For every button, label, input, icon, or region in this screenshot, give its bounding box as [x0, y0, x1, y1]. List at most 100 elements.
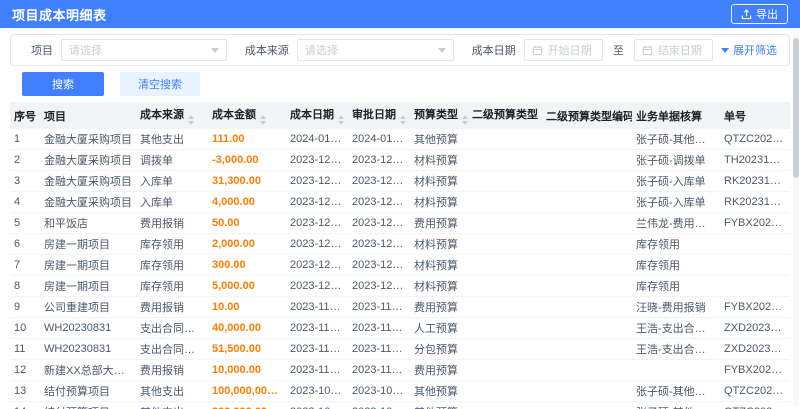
- table-cell: 费用报销: [136, 359, 208, 381]
- table-cell: 2023-12-19: [286, 170, 348, 192]
- page-title: 项目成本明细表: [12, 7, 107, 23]
- table-cell: 房建一期项目: [40, 233, 136, 255]
- sort-icon[interactable]: [260, 115, 266, 125]
- table-cell: [542, 149, 632, 171]
- table-cell: 200,000,000.00: [208, 401, 286, 409]
- table-cell: -3,000.00: [208, 149, 286, 171]
- column-header[interactable]: 成本金额: [208, 102, 286, 129]
- table-cell: 库存领用: [632, 254, 720, 276]
- expand-filter-link[interactable]: 展开筛选: [721, 42, 777, 58]
- table-cell: 13: [10, 380, 40, 402]
- table-body: 1 金融大厦采购项目 其他支出 111.00 2024-01-11 2024-01-11 其…: [10, 129, 790, 409]
- table-cell: 2023-11-22: [348, 338, 410, 360]
- column-header[interactable]: 成本来源: [136, 102, 208, 129]
- table-cell: [468, 254, 542, 276]
- cost-detail-table-wrapper: 序号 项目 成本来源 成本金额 成本日期 审批日期 预算类型 二级预算类型 二级预算类型编码 业务…: [0, 102, 800, 409]
- cost-detail-table: 序号 项目 成本来源 成本金额 成本日期 审批日期 预算类型 二级预算类型 二级预算类型编码 业务…: [10, 102, 790, 409]
- table-cell: 其他预算: [410, 129, 468, 150]
- sort-icon[interactable]: [400, 115, 406, 125]
- table-cell: 金融大厦采购项目: [40, 191, 136, 213]
- vertical-scrollbar[interactable]: [793, 32, 799, 407]
- export-button[interactable]: 导出: [731, 4, 788, 24]
- column-header: 项目: [40, 102, 136, 129]
- source-select[interactable]: 请选择: [296, 39, 454, 61]
- table-cell: [468, 275, 542, 297]
- table-cell: [632, 359, 720, 381]
- table-row: 12新建XX总部大厦工程二期费用报销10,000.002023-11-07202…: [10, 359, 790, 381]
- table-cell: 300.00: [208, 254, 286, 276]
- filter-bar: 项目 请选择 成本来源 请选择 成本日期 开始日期 至 结束日期 展开筛选: [10, 34, 790, 66]
- column-header: 序号: [10, 102, 40, 129]
- table-cell: 4,000.00: [208, 191, 286, 213]
- table-cell: 入库单: [136, 170, 208, 192]
- table-row: 3 金融大厦采购项目 入库单 31,300.00 2023-12-19 2023-12-1…: [10, 170, 790, 192]
- table-cell: [468, 338, 542, 360]
- table-row: 2 金融大厦采购项目 调拨单 -3,000.00 2023-12-19 2023-12-1…: [10, 149, 790, 171]
- table-cell: 2024-01-11: [286, 129, 348, 150]
- table-cell: 房建一期项目: [40, 254, 136, 276]
- clear-search-button[interactable]: 清空搜索: [120, 72, 200, 96]
- sort-icon[interactable]: [188, 115, 194, 125]
- table-cell: 其他支出: [136, 380, 208, 402]
- project-filter-label: 项目: [31, 45, 53, 57]
- column-header[interactable]: 二级预算类型: [468, 102, 542, 129]
- calendar-icon: [642, 45, 653, 56]
- table-cell: 2023-12-19: [348, 191, 410, 213]
- table-cell: [720, 233, 790, 255]
- table-cell: 调拨单: [136, 149, 208, 171]
- page: 项目成本明细表 导出 项目 请选择 成本来源 请选择 成本日期 开始日期 至 结…: [0, 0, 800, 409]
- table-row: 11 WH20230831 支出合同执行 51,500.00 2023-11-22 202…: [10, 338, 790, 360]
- table-row: 4 金融大厦采购项目 入库单 4,000.00 2023-12-19 2023-12-19…: [10, 191, 790, 213]
- table-cell: 14: [10, 401, 40, 409]
- table-cell: [542, 296, 632, 318]
- source-select-placeholder: 请选择: [304, 45, 338, 57]
- table-row: 13 结付预算项目 其他支出 100,000,000.00 2023-10-27 2023…: [10, 380, 790, 402]
- column-header: 业务单据核算: [632, 102, 720, 129]
- column-label: 二级预算类型编码: [546, 110, 632, 123]
- table-cell: 材料预算: [410, 275, 468, 297]
- table-cell: 王浩-支出合同执行: [632, 338, 720, 360]
- sort-icon[interactable]: [338, 115, 344, 125]
- table-cell: 金融大厦采购项目: [40, 149, 136, 171]
- table-cell: 2023-12-19: [348, 149, 410, 171]
- column-header[interactable]: 预算类型: [410, 102, 468, 129]
- column-header[interactable]: 成本日期: [286, 102, 348, 129]
- table-cell: 2023-12-16: [348, 212, 410, 234]
- table-cell: 张子硕-入库单: [632, 170, 720, 192]
- table-cell: 公司重建项目: [40, 296, 136, 318]
- table-cell: 张子硕-其他支出: [632, 380, 720, 402]
- date-end-input[interactable]: 结束日期: [633, 39, 714, 61]
- column-label: 成本日期: [290, 109, 334, 121]
- table-cell: [468, 317, 542, 339]
- table-cell: [542, 359, 632, 381]
- table-cell: 分包预算: [410, 338, 468, 360]
- table-cell: 库存领用: [136, 233, 208, 255]
- table-cell: 2023-12-11: [286, 254, 348, 276]
- table-cell: 8: [10, 275, 40, 297]
- table-cell: 31,300.00: [208, 170, 286, 192]
- table-cell: [542, 380, 632, 402]
- table-cell: 2023-12-11: [348, 254, 410, 276]
- column-header[interactable]: 审批日期: [348, 102, 410, 129]
- table-cell: [468, 380, 542, 402]
- table-cell: 10: [10, 317, 40, 339]
- scrollbar-thumb[interactable]: [793, 38, 799, 178]
- table-cell: 费用报销: [136, 296, 208, 318]
- table-cell: 材料预算: [410, 170, 468, 192]
- table-cell: [468, 149, 542, 171]
- table-cell: 50.00: [208, 212, 286, 234]
- date-start-input[interactable]: 开始日期: [523, 39, 603, 61]
- table-cell: 库存领用: [632, 275, 720, 297]
- table-cell: 汪晓-费用报销: [632, 296, 720, 318]
- table-cell: FYBX20231107001: [720, 359, 790, 381]
- table-cell: 5,000.00: [208, 275, 286, 297]
- column-label: 二级预算类型: [472, 109, 538, 121]
- search-button[interactable]: 搜索: [22, 72, 104, 96]
- table-cell: 2023-12-19: [348, 170, 410, 192]
- sort-icon[interactable]: [462, 115, 468, 125]
- table-cell: 12: [10, 359, 40, 381]
- table-cell: RK20231219002: [720, 191, 790, 213]
- project-select[interactable]: 请选择: [61, 39, 227, 61]
- table-cell: 2023-12-11: [348, 275, 410, 297]
- table-cell: 库存领用: [632, 233, 720, 255]
